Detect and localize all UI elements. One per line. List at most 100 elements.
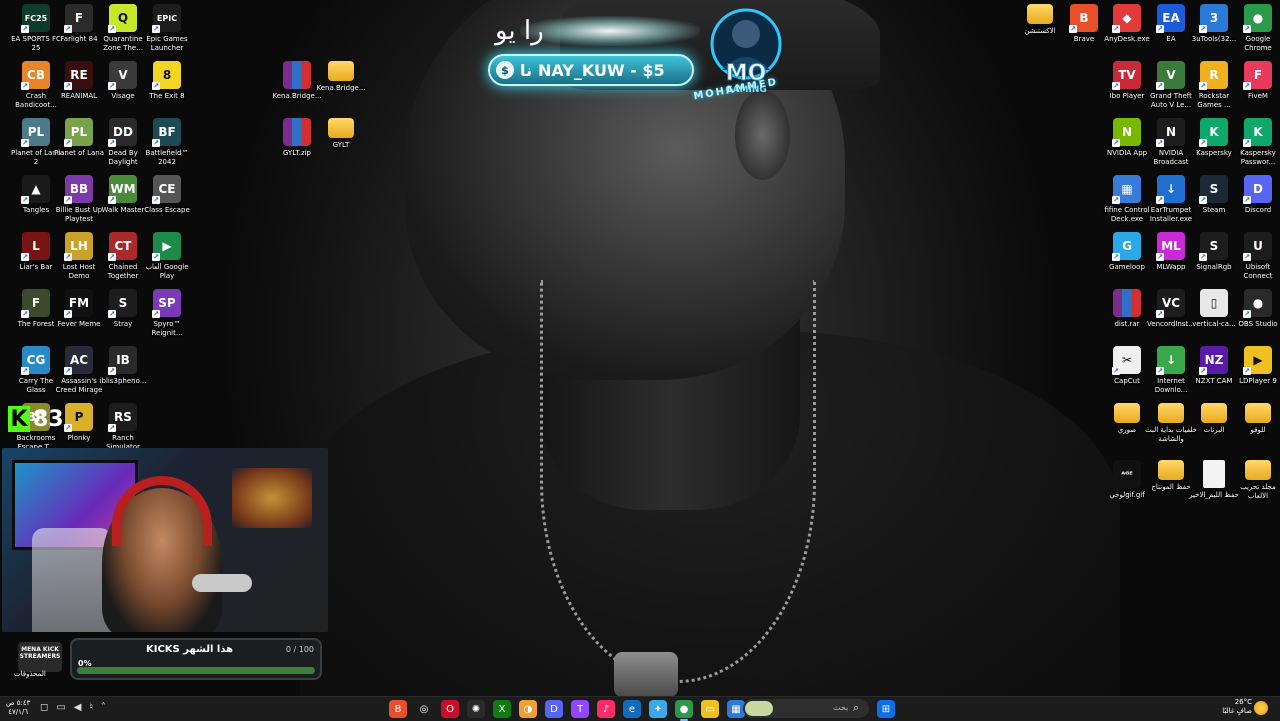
desktop-icon-label: Epic Games Launcher <box>146 35 188 52</box>
kicks-count: 0 / 100 <box>285 645 314 654</box>
shortcut-arrow-icon: ↗ <box>152 310 160 318</box>
desktop-icon-label: Battlefield™ 2042 <box>145 149 189 166</box>
desktop-icon-extensions-folder[interactable]: الاكستنشن <box>1016 4 1064 36</box>
desktop-icon-gif-file[interactable]: ᴬᴳᴱ لوجيgif.gif <box>1103 460 1151 500</box>
desktop-icon-battlefield-2042[interactable]: BF ↗ Battlefield™ 2042 <box>143 118 191 167</box>
gameloop-icon: G ↗ <box>1112 232 1141 261</box>
desktop-icon-idm[interactable]: ↓ ↗ Internet Downlo... <box>1147 346 1195 395</box>
desktop-icon-fivem[interactable]: F ↗ FiveM <box>1234 61 1280 101</box>
taskbar-xbox-icon[interactable]: X <box>493 700 511 718</box>
stray-icon: S ↗ <box>108 289 137 318</box>
shortcut-arrow-icon: ↗ <box>1199 139 1207 147</box>
taskbar-copilot-icon[interactable]: ✦ <box>649 700 667 718</box>
microphone-tray-icon[interactable]: ♮ <box>89 702 93 713</box>
desktop-icon-planet-of-lana-2[interactable]: PL ↗ Planet of Lana 2 <box>11 118 61 167</box>
taskbar: ٥:٤٣ ص ٤٧/١/٦ ◻ ▭ ◀ ♮ ˄ B◎O✺X◑DT♪e✦●▭▦▣~… <box>0 696 1280 721</box>
desktop-icon-kena-rar[interactable]: Kena.Bridge... <box>272 61 322 101</box>
taskbar-twitch-icon[interactable]: T <box>571 700 589 718</box>
weather[interactable]: 26°C صافٍ غالبًا <box>1216 698 1252 716</box>
chevron-up-icon[interactable]: ˄ <box>101 702 106 713</box>
microphone-icon <box>192 574 252 592</box>
start-button[interactable]: ⊞ <box>877 700 895 718</box>
taskbar-openai-icon[interactable]: ✺ <box>467 700 485 718</box>
planet-of-lana-icon: PL ↗ <box>64 118 93 147</box>
desktop-icon-google-chrome[interactable]: ● ↗ Google Chrome <box>1234 4 1280 53</box>
shortcut-arrow-icon: ↗ <box>1156 139 1164 147</box>
epic-games-icon: EPIC ↗ <box>152 4 181 33</box>
taskbar-edge-icon[interactable]: e <box>623 700 641 718</box>
desktop-icon-label: The Exit 8 <box>149 92 185 100</box>
shortcut-arrow-icon: ↗ <box>152 82 160 90</box>
kicks-goal-widget: 0 / 100 KICKS هذا الشهر 0% <box>70 638 322 680</box>
desktop-icon-iblis[interactable]: IB ↗ iblis3pheno... <box>99 346 147 386</box>
desktop-icon-obs[interactable]: ● ↗ OBS Studio <box>1234 289 1280 329</box>
desktop-icon-ldplayer[interactable]: ▶ ↗ LDPlayer 9 <box>1234 346 1280 386</box>
desktop-icon-montage-folder[interactable]: حفظ المونتاج <box>1147 460 1195 492</box>
taskbar-discord-icon[interactable]: D <box>545 700 563 718</box>
volume-icon[interactable]: ◀ <box>74 702 82 713</box>
desktop-icon-kaspersky-password[interactable]: K ↗ Kaspersky Passwor... <box>1234 118 1280 167</box>
desktop-icon-discord[interactable]: D ↗ Discord <box>1234 175 1280 215</box>
desktop-icon-label: iblis3pheno... <box>99 377 147 385</box>
desktop-icon-nvidia-broadcast[interactable]: N ↗ NVIDIA Broadcast <box>1147 118 1195 167</box>
kicks-title: KICKS هذا الشهر <box>146 644 234 655</box>
desktop-icon-label: FiveM <box>1248 92 1268 100</box>
donation-text: NAY_KUW - $5 <box>538 60 665 80</box>
shortcut-arrow-icon: ↗ <box>64 253 72 261</box>
webcam-chair <box>32 528 112 632</box>
class-escape-icon: CE ↗ <box>152 175 181 204</box>
desktop-icon-eartrumpet[interactable]: ↓ ↗ EarTrumpet Installer.exe <box>1147 175 1195 224</box>
shortcut-arrow-icon: ↗ <box>64 310 72 318</box>
shortcut-arrow-icon: ↗ <box>1156 196 1164 204</box>
discord-icon: D ↗ <box>1243 175 1272 204</box>
taskbar-brave-icon[interactable]: B <box>389 700 407 718</box>
quarantine-zone-icon: Q ↗ <box>108 4 137 33</box>
vencord-icon: VC ↗ <box>1156 289 1185 318</box>
desktop-icon-ranch-simulator[interactable]: RS ↗ Ranch Simulator <box>99 403 147 452</box>
shortcut-arrow-icon: ↗ <box>64 82 72 90</box>
ranch-simulator-icon: RS ↗ <box>108 403 137 432</box>
battery-icon[interactable]: ▭ <box>56 702 65 713</box>
desktop-icon-gylt-folder[interactable]: GYLT <box>317 118 365 150</box>
desktop-icon-epic-games[interactable]: EPIC ↗ Epic Games Launcher <box>143 4 191 53</box>
taskbar-chatgpt-icon[interactable]: ◎ <box>415 700 433 718</box>
ubisoft-icon: U ↗ <box>1243 232 1272 261</box>
overlay-arabic-text: را يو <box>495 16 544 46</box>
search-box[interactable]: بحث ⌕ <box>743 699 869 718</box>
fever-meme-icon: FM ↗ <box>64 289 93 318</box>
taskbar-photos-icon[interactable]: ◑ <box>519 700 537 718</box>
gta-v-icon: V ↗ <box>1156 61 1185 90</box>
desktop-icon-games-folder[interactable]: مجلد تجريب الالعاب <box>1234 460 1280 501</box>
desktop-icon-assassins-creed-mirage[interactable]: AC ↗ Assassin's Creed Mirage <box>55 346 103 395</box>
desktop-icon-stream-folder[interactable]: خلفيات بداية البث والشاشة <box>1145 403 1197 444</box>
desktop-icon-label: Kena.Bridge... <box>272 92 322 100</box>
taskbar-chrome-icon[interactable]: ● <box>675 700 693 721</box>
desktop-icon-rockstar[interactable]: R ↗ Rockstar Games ... <box>1190 61 1238 110</box>
desktop-icon-ea-sports-fc25[interactable]: FC25 ↗ EA SPORTS FC 25 <box>11 4 61 53</box>
shortcut-arrow-icon: ↗ <box>1199 253 1207 261</box>
clock[interactable]: ٥:٤٣ ص ٤٧/١/٦ <box>6 699 30 717</box>
shortcut-arrow-icon: ↗ <box>21 82 29 90</box>
taskbar-itunes-icon[interactable]: ♪ <box>597 700 615 718</box>
desktop-icon-billie-bust-up[interactable]: BB ↗ Billie Bust Up Playtest <box>55 175 103 224</box>
shortcut-arrow-icon: ↗ <box>108 82 116 90</box>
desktop-icon-spyro[interactable]: SP ↗ Spyro™ Reignit... <box>143 289 191 338</box>
desktop-icon-ubisoft[interactable]: U ↗ Ubisoft Connect <box>1234 232 1280 281</box>
desktop-icon-label: ألعاب Google Play <box>145 263 189 280</box>
taskbar-explorer-icon[interactable]: ▭ <box>701 700 719 718</box>
desktop-icon-gylt-zip[interactable]: GYLT.zip <box>273 118 321 158</box>
desktop-icon-exit8[interactable]: 8 ↗ The Exit 8 <box>143 61 191 101</box>
desktop-icon-google-play-games[interactable]: ▶ ↗ ألعاب Google Play <box>143 232 191 281</box>
kena-folder-icon <box>328 61 354 81</box>
desktop-icon-crash-bandicoot[interactable]: CB ↗ Crash Bandicoot... <box>12 61 60 110</box>
desktop-icon-class-escape[interactable]: CE ↗ Class Escape <box>143 175 191 215</box>
dist-rar-icon <box>1113 289 1141 317</box>
taskbar-opera-icon[interactable]: O <box>441 700 459 718</box>
notifications-icon[interactable]: ◻ <box>40 702 48 713</box>
desktop-icon-kena-folder[interactable]: Kena.Bridge... <box>317 61 366 93</box>
exit8-icon: 8 ↗ <box>152 61 181 90</box>
desktop-icon-logo-folder[interactable]: للوقو <box>1234 403 1280 435</box>
shortcut-arrow-icon: ↗ <box>108 310 116 318</box>
walk-master-icon: WM ↗ <box>108 175 137 204</box>
desktop-icon-label: GYLT <box>332 141 350 149</box>
